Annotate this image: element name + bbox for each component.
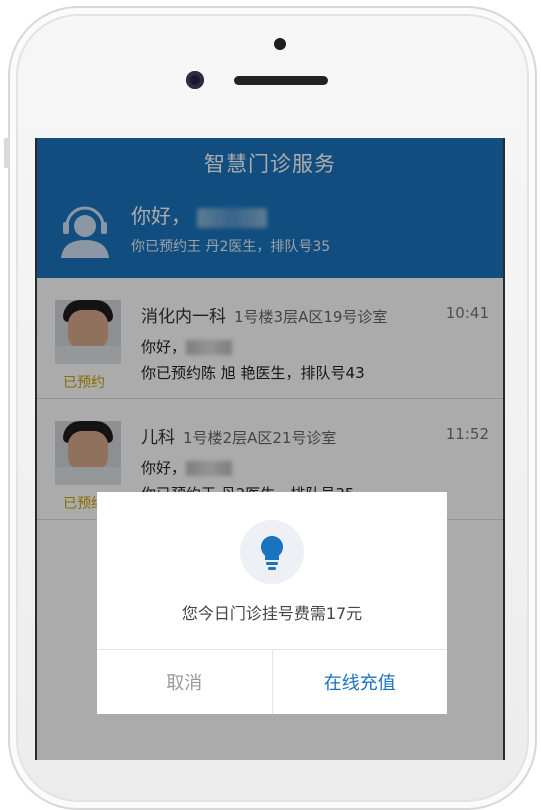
- dialog-actions: 取消 在线充值: [97, 649, 447, 714]
- front-camera: [186, 71, 204, 89]
- lightbulb-icon-container: [240, 520, 304, 584]
- proximity-sensor: [274, 38, 286, 50]
- earpiece-speaker: [234, 76, 328, 85]
- app-screen: 智慧门诊服务 你好， 你已预约王 丹2医生，排队号35 已预约 消化内一科 1号楼…: [35, 138, 505, 760]
- recharge-button[interactable]: 在线充值: [273, 650, 448, 714]
- lightbulb-icon: [260, 536, 284, 570]
- cancel-button[interactable]: 取消: [97, 650, 273, 714]
- dialog-message: 您今日门诊挂号费需17元: [181, 604, 363, 623]
- mute-switch: [4, 138, 9, 168]
- fee-dialog: 您今日门诊挂号费需17元 取消 在线充值: [97, 492, 447, 714]
